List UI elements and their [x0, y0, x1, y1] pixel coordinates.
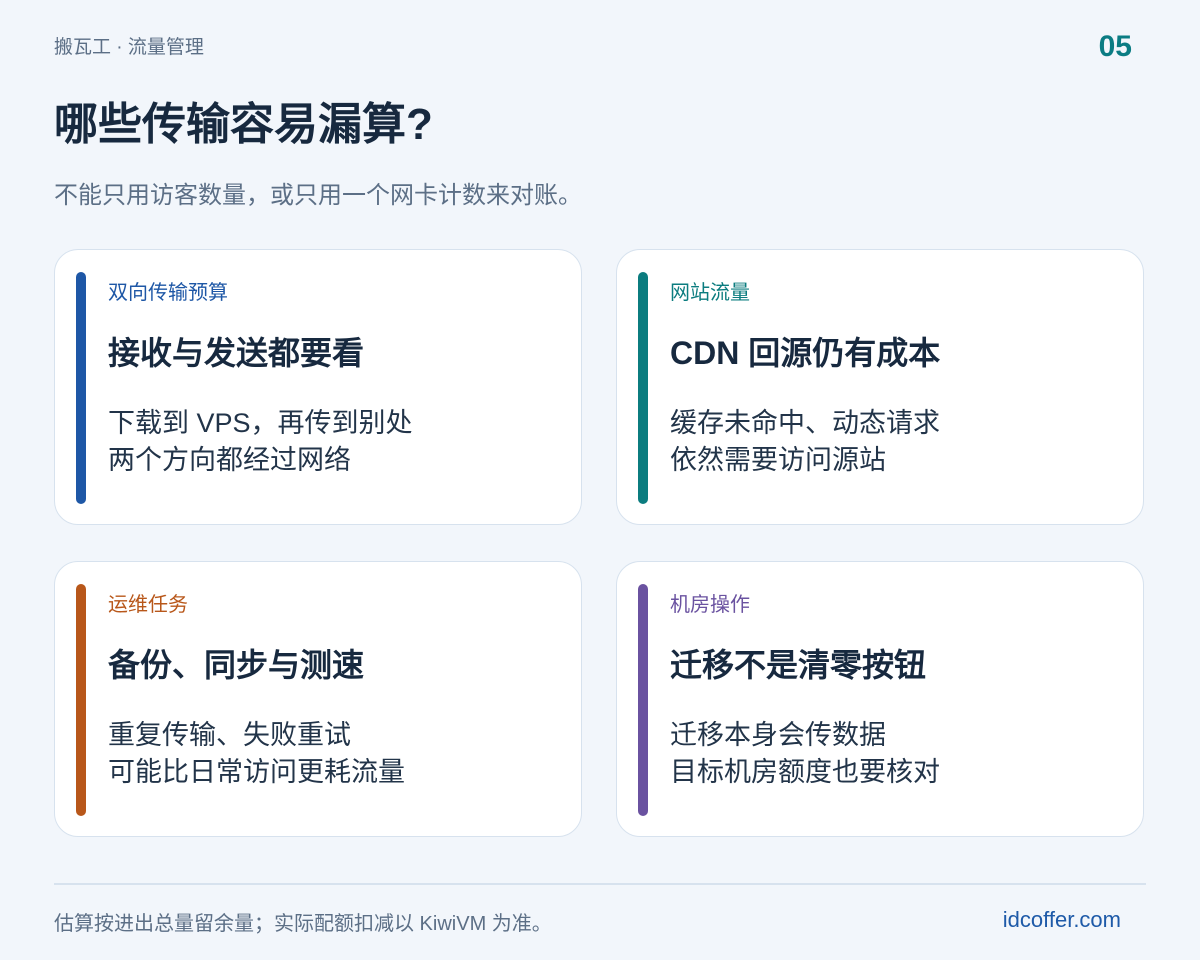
- card-body: 缓存未命中、动态请求 依然需要访问源站: [670, 405, 940, 479]
- card-tag: 网站流量: [670, 282, 750, 304]
- footer-brand-link[interactable]: idcoffer.com: [1003, 907, 1121, 933]
- footer-note: 估算按进出总量留余量；实际配额扣减以 KiwiVM 为准。: [54, 913, 552, 935]
- card-tag: 双向传输预算: [108, 282, 228, 304]
- card-heading: 迁移不是清零按钮: [670, 647, 927, 683]
- card-heading: 接收与发送都要看: [108, 335, 365, 371]
- card-website-traffic: 网站流量 CDN 回源仍有成本 缓存未命中、动态请求 依然需要访问源站: [616, 249, 1144, 525]
- card-body: 迁移本身会传数据 目标机房额度也要核对: [670, 717, 940, 791]
- card-bidirectional: 双向传输预算 接收与发送都要看 下载到 VPS，再传到别处 两个方向都经过网络: [54, 249, 582, 525]
- card-body: 重复传输、失败重试 可能比日常访问更耗流量: [108, 717, 405, 791]
- page-number: 05: [1098, 30, 1132, 63]
- card-body-line: 目标机房额度也要核对: [670, 757, 940, 787]
- footer-divider: [54, 883, 1146, 885]
- page-subtitle: 不能只用访客数量，或只用一个网卡计数来对账。: [54, 182, 582, 209]
- card-body: 下载到 VPS，再传到别处 两个方向都经过网络: [108, 405, 413, 479]
- card-accent-bar: [638, 272, 648, 504]
- card-tag: 运维任务: [108, 594, 188, 616]
- card-datacenter-ops: 机房操作 迁移不是清零按钮 迁移本身会传数据 目标机房额度也要核对: [616, 561, 1144, 837]
- card-body-line: 两个方向都经过网络: [108, 445, 351, 475]
- card-ops-tasks: 运维任务 备份、同步与测速 重复传输、失败重试 可能比日常访问更耗流量: [54, 561, 582, 837]
- card-heading: 备份、同步与测速: [108, 647, 365, 683]
- page-title: 哪些传输容易漏算?: [54, 100, 433, 149]
- card-body-line: 可能比日常访问更耗流量: [108, 757, 405, 787]
- card-body-line: 依然需要访问源站: [670, 445, 886, 475]
- top-line: 搬瓦工 · 流量管理: [54, 37, 204, 58]
- card-tag: 机房操作: [670, 594, 750, 616]
- card-accent-bar: [76, 584, 86, 816]
- card-body-line: 缓存未命中、动态请求: [670, 408, 940, 438]
- card-body-line: 迁移本身会传数据: [670, 720, 886, 750]
- card-heading: CDN 回源仍有成本: [670, 335, 941, 371]
- card-accent-bar: [76, 272, 86, 504]
- card-accent-bar: [638, 584, 648, 816]
- card-body-line: 下载到 VPS，再传到别处: [108, 408, 413, 438]
- card-body-line: 重复传输、失败重试: [108, 720, 351, 750]
